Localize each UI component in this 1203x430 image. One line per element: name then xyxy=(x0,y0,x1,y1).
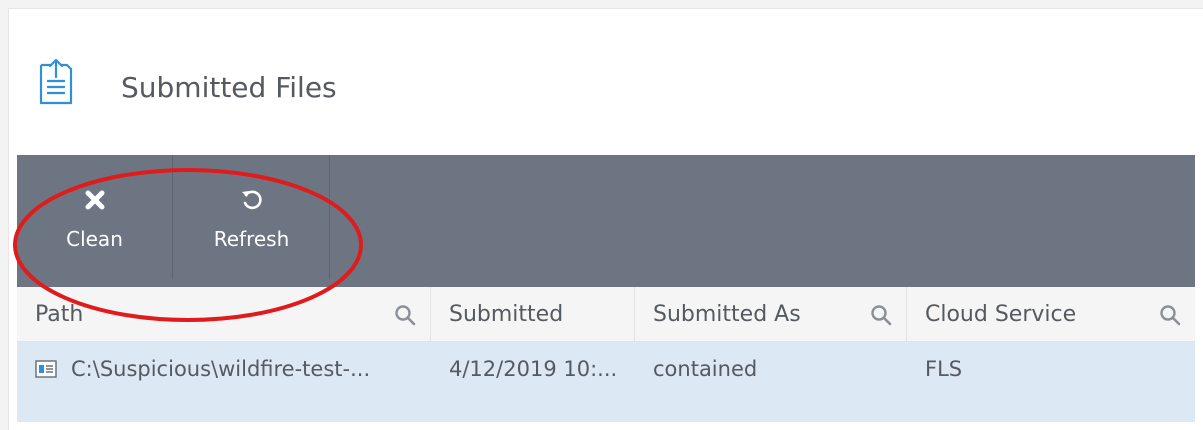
column-label: Cloud Service xyxy=(925,302,1077,327)
cell-submitted: 4/12/2019 10:... xyxy=(449,357,618,381)
toolbar: Clean Refresh xyxy=(17,155,1195,287)
column-header-submitted-as[interactable]: Submitted As xyxy=(635,287,907,342)
search-icon[interactable] xyxy=(394,304,416,326)
column-header-path[interactable]: Path xyxy=(17,287,431,342)
column-label: Submitted As xyxy=(653,302,801,327)
path-text: C:\Suspicious\wildfire-test-... xyxy=(71,357,371,381)
table-row[interactable]: C:\Suspicious\wildfire-test-... 4/12/201… xyxy=(17,342,1195,422)
column-label: Path xyxy=(35,302,84,327)
clean-button-label: Clean xyxy=(66,227,123,251)
panel-header: Submitted Files xyxy=(9,9,1203,164)
refresh-button[interactable]: Refresh xyxy=(174,155,330,279)
search-icon[interactable] xyxy=(1159,304,1181,326)
clean-button[interactable]: Clean xyxy=(17,155,173,279)
cell-path: C:\Suspicious\wildfire-test-... xyxy=(35,342,435,396)
column-header-cloud-service[interactable]: Cloud Service xyxy=(907,287,1195,342)
table-header: Path Submitted Submitted As Cloud Servic… xyxy=(17,287,1195,342)
page-title: Submitted Files xyxy=(121,71,337,104)
refresh-icon xyxy=(240,183,264,217)
search-icon[interactable] xyxy=(870,304,892,326)
cell-cloud-service: FLS xyxy=(925,357,963,381)
cell-submitted-as: contained xyxy=(653,357,758,381)
file-icon xyxy=(35,360,57,378)
column-label: Submitted xyxy=(449,302,564,327)
upload-document-icon xyxy=(39,58,73,105)
close-icon xyxy=(85,183,105,217)
column-header-submitted[interactable]: Submitted xyxy=(431,287,635,342)
refresh-button-label: Refresh xyxy=(213,227,290,251)
